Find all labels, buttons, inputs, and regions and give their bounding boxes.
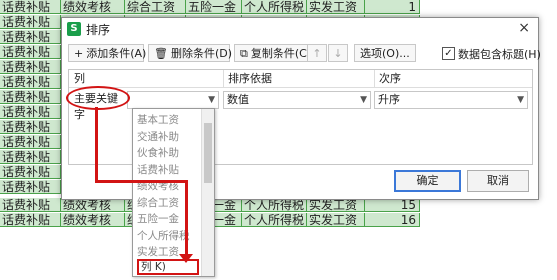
sheet-cell[interactable]: 五险一金	[186, 0, 242, 14]
app-icon: S	[67, 22, 81, 36]
dropdown-item[interactable]: 基本工资	[137, 112, 179, 128]
add-condition-button[interactable]: + 添加条件(A)	[68, 44, 146, 62]
column-header-col: 列	[74, 72, 85, 85]
dropdown-item[interactable]: 个人所得税	[137, 228, 190, 244]
sheet-cell[interactable]: 16	[365, 213, 420, 227]
trash-icon: 🗑	[154, 47, 168, 60]
sheet-cell[interactable]: 话费补贴	[0, 165, 61, 179]
delete-condition-button[interactable]: 🗑 删除条件(D)	[148, 44, 232, 62]
sheet-cell[interactable]: 实发工资	[307, 0, 365, 14]
sheet-cell[interactable]: 综合工资	[125, 0, 186, 14]
column-dropdown-list: 基本工资 交通补助 伙食补助 话费补贴 绩效考核 综合工资 五险一金 个人所得税 实发工资 列 …	[132, 108, 215, 277]
sheet-cell[interactable]: 话费补贴	[0, 120, 61, 134]
scrollbar-thumb[interactable]	[204, 123, 212, 183]
dropdown-scrollbar[interactable]	[201, 109, 214, 276]
sheet-cell[interactable]: 绩效考核	[61, 213, 125, 227]
copy-condition-button[interactable]: ⧉ 复制条件(C)	[234, 44, 316, 62]
sheet-cell[interactable]: 话费补贴	[0, 180, 61, 194]
column-header-basis: 排序依据	[228, 72, 272, 85]
header-checkbox[interactable]: ✓	[442, 47, 455, 60]
toolbar: + 添加条件(A) 🗑 删除条件(D) ⧉ 复制条件(C) ↑ ↓ 选项(O)... …	[68, 44, 541, 64]
close-icon[interactable]: ×	[518, 20, 530, 36]
move-down-button[interactable]: ↓	[328, 44, 348, 62]
header-checkbox-label: 数据包含标题(H)	[458, 48, 541, 61]
copy-icon: ⧉	[240, 47, 248, 60]
options-button[interactable]: 选项(O)...	[354, 44, 416, 62]
sheet-cell[interactable]: 话费补贴	[0, 60, 61, 74]
arrowhead-icon	[179, 254, 193, 263]
cancel-button[interactable]: 取消	[467, 170, 529, 192]
sheet-cell[interactable]: 话费补贴	[0, 213, 61, 227]
sheet-cell[interactable]: 话费补贴	[0, 150, 61, 164]
sheet-cell[interactable]: 绩效考核	[61, 198, 125, 212]
chevron-down-icon: ▼	[517, 95, 524, 105]
dropdown-item[interactable]: 伙食补助	[137, 145, 179, 161]
sheet-cell[interactable]: 话费补贴	[0, 105, 61, 119]
chevron-down-icon: ▼	[208, 95, 215, 105]
ok-button[interactable]: 确定	[394, 170, 461, 192]
sheet-cell[interactable]: 绩效考核	[61, 0, 125, 14]
annotation-arrow-line	[95, 107, 98, 182]
dropdown-item[interactable]: 综合工资	[137, 195, 179, 211]
sheet-cell[interactable]: 话费补贴	[0, 198, 61, 212]
sheet-cell[interactable]: 话费补贴	[0, 15, 61, 29]
dropdown-item[interactable]: 话费补贴	[137, 162, 179, 178]
sort-order-select[interactable]: 升序 ▼	[374, 91, 528, 109]
sheet-cell[interactable]: 话费补贴	[0, 45, 61, 59]
sheet-cell[interactable]: 1	[365, 0, 420, 14]
dialog-title: 排序	[86, 23, 111, 37]
sheet-cell[interactable]: 话费补贴	[0, 30, 61, 44]
dropdown-item[interactable]: 交通补助	[137, 129, 179, 145]
sheet-cell[interactable]: 话费补贴	[0, 135, 61, 149]
annotation-arrow-line	[95, 180, 187, 183]
column-select[interactable]: ▼	[127, 91, 219, 109]
dialog-titlebar: S 排序 ×	[62, 18, 538, 40]
dropdown-item[interactable]: 五险一金	[137, 211, 179, 227]
chevron-down-icon: ▼	[360, 95, 367, 105]
sort-basis-select[interactable]: 数值 ▼	[223, 91, 371, 109]
sheet-cell[interactable]: 个人所得税	[242, 0, 307, 14]
sheet-cell[interactable]: 个人所得税	[242, 213, 307, 227]
sheet-cell[interactable]: 话费补贴	[0, 90, 61, 104]
dropdown-item[interactable]: 实发工资	[137, 244, 179, 260]
header-divider	[69, 87, 532, 88]
column-header-order: 次序	[379, 72, 401, 85]
sheet-cell[interactable]: 话费补贴	[0, 75, 61, 89]
header-separator	[374, 70, 375, 87]
plus-icon: +	[74, 47, 84, 60]
highlight-ellipse	[66, 86, 130, 110]
move-up-button[interactable]: ↑	[307, 44, 327, 62]
sheet-cell[interactable]: 个人所得税	[242, 198, 307, 212]
annotation-arrow-line	[185, 180, 188, 257]
empty-sheet-area	[0, 228, 557, 280]
sheet-cell[interactable]: 话费补贴	[0, 0, 61, 14]
sheet-cell[interactable]: 实发工资	[307, 213, 365, 227]
sheet-cell[interactable]: 15	[365, 198, 420, 212]
header-separator	[223, 70, 224, 87]
sheet-cell[interactable]: 实发工资	[307, 198, 365, 212]
